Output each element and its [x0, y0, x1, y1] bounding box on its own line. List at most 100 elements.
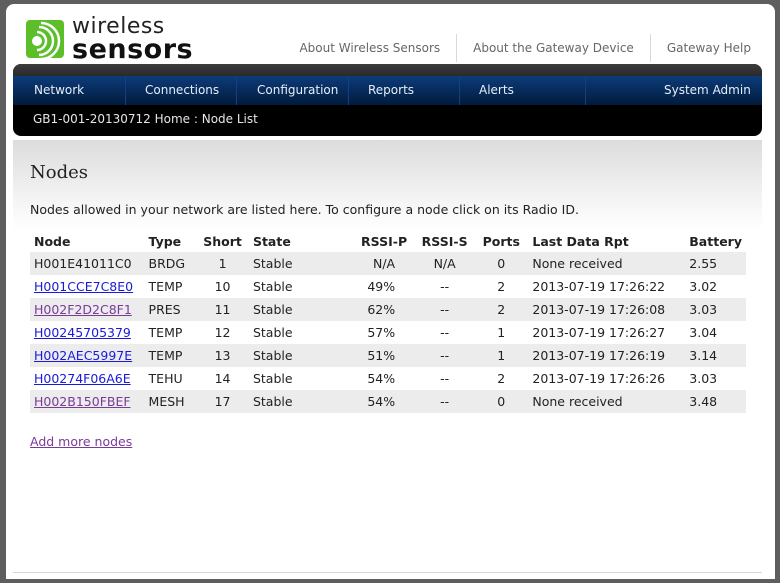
nodes-table: Node Type Short State RSSI-P RSSI-S Port…	[30, 230, 746, 413]
cell-ports: 1	[497, 325, 506, 340]
cell-node-state: Stable	[252, 279, 293, 294]
cell-battery: 3.14	[685, 344, 746, 367]
cell-rssi-p: 54%	[321, 390, 416, 413]
cell-node-id: H002B150FBEF	[30, 390, 145, 413]
about-gateway-device-link[interactable]: About the Gateway Device	[456, 34, 650, 62]
cell-rssi-s: N/A	[415, 252, 475, 275]
cell-node-state: Stable	[248, 390, 322, 413]
add-more-nodes-link[interactable]: Add more nodes	[30, 434, 132, 449]
cell-node-type: PRES	[144, 298, 197, 321]
cell-short-address: 14	[214, 371, 231, 386]
cell-last-data-report: 2013-07-19 17:26:22	[532, 279, 666, 294]
brand-line2: sensors	[72, 33, 194, 65]
table-header-row: Node Type Short State RSSI-P RSSI-S Port…	[30, 230, 746, 252]
cell-rssi-s: --	[440, 279, 450, 294]
cell-ports: 2	[474, 298, 529, 321]
nav-reports[interactable]: Reports	[368, 76, 414, 105]
table-row: H001CCE7C8E0 TEMP 10 Stable 49% -- 2 2013-07-19…	[30, 275, 746, 298]
cell-rssi-p: 49%	[367, 279, 396, 294]
table-row: H002B150FBEF MESH 17 Stable 54% -- 0 None recei…	[30, 390, 746, 413]
node-radio-id-link[interactable]: H002AEC5997E	[34, 348, 132, 363]
cell-last-data-report: 2013-07-19 17:26:26	[532, 371, 666, 386]
nav-system-admin[interactable]: System Admin	[664, 76, 751, 105]
brand-logo[interactable]: wireless sensors	[26, 15, 194, 65]
node-radio-id-link[interactable]: H00245705379	[34, 325, 131, 340]
table-row: H00245705379 TEMP 12 Stable 57% -- 1 2013-07-19…	[30, 321, 746, 344]
intro-text: Nodes allowed in your network are listed…	[30, 202, 579, 217]
wireless-signal-icon	[26, 20, 64, 58]
cell-node-state: Stable	[252, 325, 293, 340]
node-radio-id-link[interactable]: H00274F06A6E	[34, 371, 131, 386]
nav-configuration[interactable]: Configuration	[257, 76, 338, 105]
cell-node-type: TEMP	[144, 344, 197, 367]
cell-rssi-p: 54%	[367, 371, 396, 386]
footer-divider	[13, 572, 762, 573]
cell-rssi-s: --	[440, 371, 450, 386]
cell-battery: 3.03	[689, 371, 718, 386]
cell-rssi-p: 62%	[321, 298, 416, 321]
cell-node-type: TEMP	[148, 325, 183, 340]
table-row: H001E41011C0 BRDG 1 Stable N/A N/A 0 None recei…	[30, 252, 746, 275]
cell-battery: 2.55	[685, 252, 746, 275]
cell-ports: 2	[497, 371, 506, 386]
cell-node-id: H002F2D2C8F1	[30, 298, 145, 321]
col-state: State	[252, 233, 291, 249]
cell-short-address: 10	[214, 279, 231, 294]
cell-last-data-report: 2013-07-19 17:26:08	[528, 298, 686, 321]
cell-node-state: Stable	[248, 252, 322, 275]
cell-battery: 3.48	[685, 390, 746, 413]
node-radio-id-link[interactable]: H002F2D2C8F1	[34, 302, 132, 317]
col-node: Node	[34, 233, 71, 249]
cell-node-state: Stable	[252, 371, 293, 386]
cell-last-data-report: 2013-07-19 17:26:19	[528, 344, 686, 367]
cell-node-type: MESH	[144, 390, 197, 413]
cell-last-data-report: None received	[528, 252, 686, 275]
table-row: H00274F06A6E TEHU 14 Stable 54% -- 2 2013-07-19…	[30, 367, 746, 390]
cell-node-id: H002AEC5997E	[30, 344, 145, 367]
col-ports: Ports	[482, 233, 520, 249]
node-radio-id-link[interactable]: H001CCE7C8E0	[34, 279, 133, 294]
about-wireless-sensors-link[interactable]: About Wireless Sensors	[283, 34, 456, 62]
table-row: H002AEC5997E TEMP 13 Stable 51% -- 1 2013-07-19…	[30, 344, 746, 367]
cell-rssi-s: --	[440, 325, 450, 340]
cell-node-id: H00274F06A6E	[30, 367, 145, 390]
col-rssi-p: RSSI-P	[361, 233, 408, 249]
cell-ports: 1	[474, 344, 529, 367]
cell-rssi-s: --	[415, 298, 475, 321]
cell-short-address: 12	[214, 325, 231, 340]
main-content: Nodes Nodes allowed in your network are …	[13, 140, 762, 574]
cell-short-address: 1	[196, 252, 249, 275]
table-row: H002F2D2C8F1 PRES 11 Stable 62% -- 2 2013-07-19…	[30, 298, 746, 321]
cell-rssi-p: 57%	[367, 325, 396, 340]
cell-last-data-report: None received	[528, 390, 686, 413]
top-links: About Wireless Sensors About the Gateway…	[283, 34, 757, 62]
col-last-data: Last Data Rpt	[532, 233, 629, 249]
cell-rssi-s: --	[415, 344, 475, 367]
cell-battery: 3.03	[685, 298, 746, 321]
cell-node-id: H001E41011C0	[30, 252, 145, 275]
cell-node-state: Stable	[248, 298, 322, 321]
col-type: Type	[148, 233, 182, 249]
cell-rssi-p: 51%	[321, 344, 416, 367]
node-radio-id-link[interactable]: H002B150FBEF	[34, 394, 131, 409]
cell-rssi-s: --	[415, 390, 475, 413]
cell-node-type: BRDG	[144, 252, 197, 275]
col-short: Short	[203, 233, 242, 249]
cell-last-data-report: 2013-07-19 17:26:27	[532, 325, 666, 340]
cell-ports: 0	[474, 252, 529, 275]
nav-alerts[interactable]: Alerts	[479, 76, 514, 105]
cell-short-address: 13	[196, 344, 249, 367]
gateway-help-link[interactable]: Gateway Help	[649, 34, 757, 62]
cell-node-id: H001CCE7C8E0	[30, 275, 145, 298]
col-rssi-s: RSSI-S	[421, 233, 468, 249]
cell-node-id: H00245705379	[30, 321, 145, 344]
page: wireless sensors About Wireless Sensors …	[6, 4, 775, 579]
cell-battery: 3.04	[689, 325, 718, 340]
cell-node-state: Stable	[248, 344, 322, 367]
nav-connections[interactable]: Connections	[145, 76, 219, 105]
cell-ports: 2	[497, 279, 506, 294]
cell-short-address: 17	[196, 390, 249, 413]
nav-network[interactable]: Network	[34, 76, 84, 105]
nav-bar: Network Connections Configuration Report…	[13, 76, 762, 105]
cell-node-type: TEMP	[148, 279, 183, 294]
